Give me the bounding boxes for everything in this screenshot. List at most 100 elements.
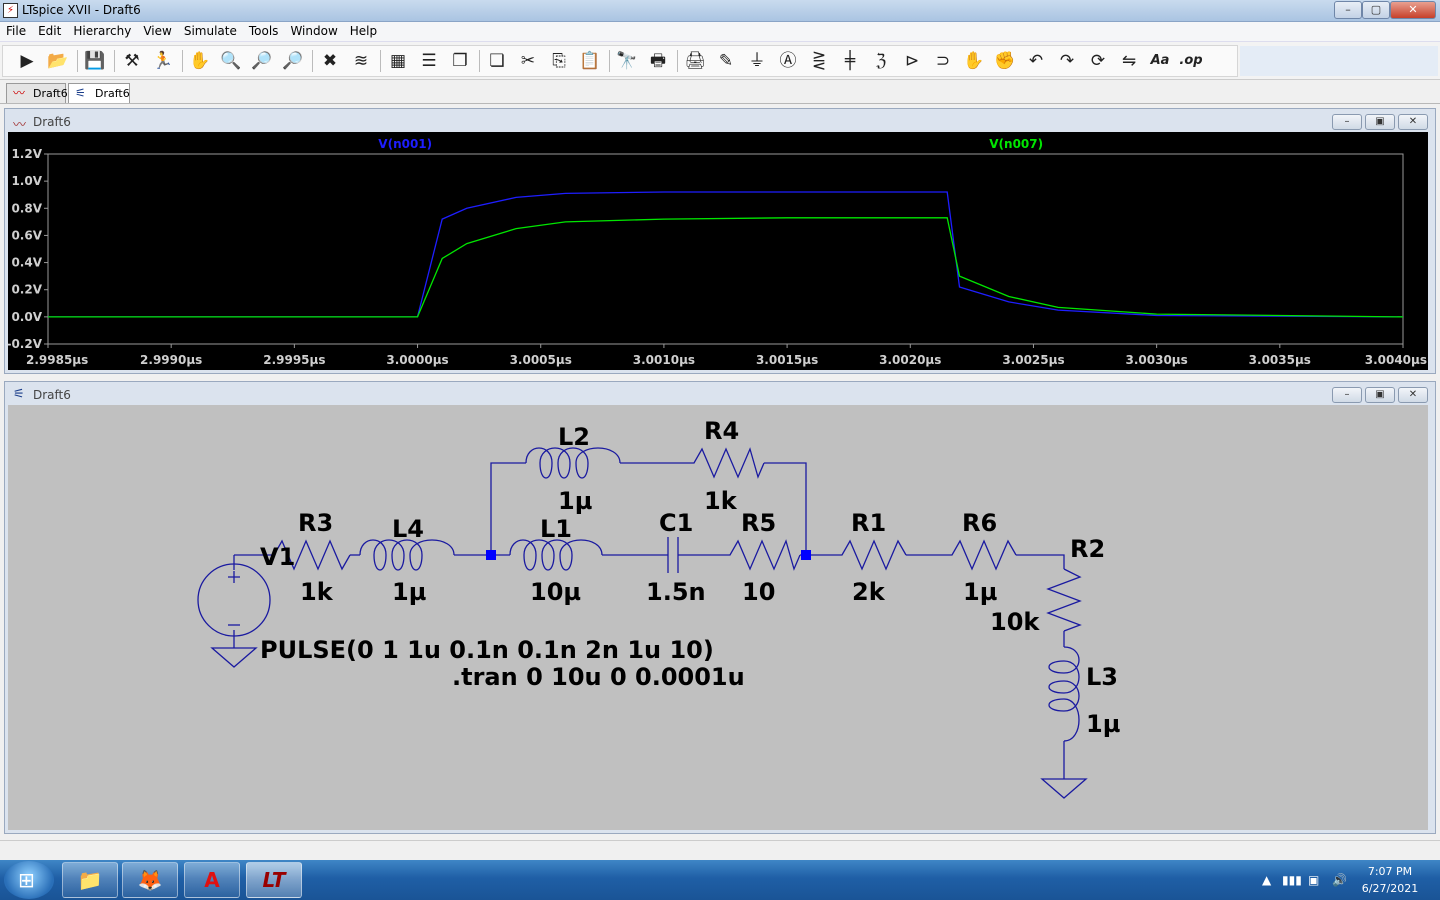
pan-hand-icon[interactable]: ✋ <box>187 48 213 74</box>
label-net-icon[interactable]: Ⓐ <box>775 48 801 74</box>
l4-ref-label[interactable]: L4 <box>392 515 424 543</box>
tile-vertical-icon[interactable]: ❏ <box>484 48 510 74</box>
l3-value-label[interactable]: 1µ <box>1086 710 1120 738</box>
clock-date[interactable]: 6/27/2021 <box>1360 882 1420 895</box>
zoom-area-icon[interactable]: 🔎 <box>249 48 275 74</box>
tile-horizontal-icon[interactable]: ☰ <box>416 48 442 74</box>
maximize-button[interactable]: ▢ <box>1362 1 1390 19</box>
r5-resistor-symbol[interactable] <box>720 539 801 571</box>
pulse-source-value[interactable]: PULSE(0 1 1u 0.1n 0.1n 2n 1u 10) <box>260 636 714 664</box>
plot-close-button[interactable]: ✕ <box>1398 114 1428 130</box>
network-signal-icon[interactable]: ▮▮▮ <box>1282 873 1302 887</box>
l3-inductor-symbol[interactable] <box>1048 646 1080 742</box>
menu-hierarchy[interactable]: Hierarchy <box>67 22 137 38</box>
clock-time[interactable]: 7:07 PM <box>1360 865 1420 878</box>
cascade-icon[interactable]: ❐ <box>447 48 473 74</box>
zoom-out-icon[interactable]: 🔎 <box>280 48 306 74</box>
print-setup-icon[interactable]: 🖨 <box>682 48 708 74</box>
cut-icon[interactable]: ✂ <box>515 48 541 74</box>
text-icon[interactable]: Aa <box>1147 48 1173 74</box>
r3-value-label[interactable]: 1k <box>300 578 334 606</box>
tab-schematic-draft6[interactable]: ⚟ Draft6 <box>68 83 130 103</box>
schem-minimize-button[interactable]: – <box>1332 387 1362 403</box>
r1-value-label[interactable]: 2k <box>852 578 886 606</box>
r6-ref-label[interactable]: R6 <box>962 509 997 537</box>
menu-window[interactable]: Window <box>284 22 343 38</box>
control-panel-icon[interactable]: ⚒ <box>119 48 145 74</box>
r5-value-label[interactable]: 10 <box>742 578 775 606</box>
waveform-plot[interactable]: 1.2V 1.0V 0.8V 0.6V 0.4V 0.2V 0.0V -0.2V 2.9985µ… <box>6 132 1428 370</box>
schem-restore-button[interactable]: ▣ <box>1365 387 1395 403</box>
print-icon[interactable]: 🖶 <box>645 48 671 74</box>
redo-icon[interactable]: ↷ <box>1054 48 1080 74</box>
taskbar-ltspice[interactable]: LT <box>246 862 302 898</box>
r4-ref-label[interactable]: R4 <box>704 417 739 445</box>
save-icon[interactable]: 💾 <box>82 48 108 74</box>
paste-icon[interactable]: 📋 <box>577 48 603 74</box>
schem-close-button[interactable]: ✕ <box>1398 387 1428 403</box>
r1-resistor-symbol[interactable] <box>832 539 907 571</box>
run-probe-icon[interactable]: 🏃 <box>150 48 176 74</box>
r2-ref-label[interactable]: R2 <box>1070 535 1105 563</box>
ground-symbol[interactable] <box>210 647 258 668</box>
trace-label-vn007[interactable]: V(n007) <box>989 137 1043 151</box>
menu-tools[interactable]: Tools <box>243 22 285 38</box>
taskbar-acrobat[interactable]: A <box>184 862 240 898</box>
tran-directive[interactable]: .tran 0 10u 0 0.0001u <box>452 663 745 691</box>
plot-minimize-button[interactable]: – <box>1332 114 1362 130</box>
resistor-icon[interactable]: ⋛ <box>806 48 832 74</box>
close-button[interactable]: ✕ <box>1390 1 1436 19</box>
c1-capacitor-symbol[interactable] <box>667 537 679 573</box>
r4-resistor-symbol[interactable] <box>684 447 765 479</box>
l2-inductor-symbol[interactable] <box>525 447 621 479</box>
c1-value-label[interactable]: 1.5n <box>646 578 706 606</box>
ground-icon[interactable]: ⏚ <box>744 48 770 74</box>
undo-icon[interactable]: ↶ <box>1023 48 1049 74</box>
autorange-icon[interactable]: ≋ <box>348 48 374 74</box>
capacitor-icon[interactable]: ╪ <box>837 48 863 74</box>
l1-inductor-symbol[interactable] <box>509 539 603 571</box>
l3-ref-label[interactable]: L3 <box>1086 663 1118 691</box>
r6-resistor-symbol[interactable] <box>942 539 1017 571</box>
schematic-canvas[interactable]: V1 R3 1k L4 1µ L2 1µ R4 1k L1 10µ C1 1.5… <box>8 405 1428 830</box>
draw-wire-icon[interactable]: ✎ <box>713 48 739 74</box>
inductor-icon[interactable]: ℨ <box>868 48 894 74</box>
l1-ref-label[interactable]: L1 <box>540 515 572 543</box>
taskbar-firefox[interactable]: 🦊 <box>122 862 178 898</box>
r3-ref-label[interactable]: R3 <box>298 509 333 537</box>
volume-icon[interactable]: 🔊 <box>1332 873 1347 887</box>
zoom-fit-icon[interactable]: ✖ <box>317 48 343 74</box>
mirror-icon[interactable]: ⇋ <box>1116 48 1142 74</box>
move-icon[interactable]: ✋ <box>961 48 987 74</box>
drag-icon[interactable]: ✊ <box>992 48 1018 74</box>
r2-resistor-symbol[interactable] <box>1046 568 1082 632</box>
taskbar-file-explorer[interactable]: 📁 <box>62 862 118 898</box>
plot-restore-button[interactable]: ▣ <box>1365 114 1395 130</box>
l1-value-label[interactable]: 10µ <box>530 578 581 606</box>
ltspice-app-icon[interactable]: ⚡ <box>3 3 18 18</box>
menu-edit[interactable]: Edit <box>32 22 67 38</box>
component-icon[interactable]: ⊃ <box>930 48 956 74</box>
ground-symbol[interactable] <box>1040 778 1088 799</box>
v1-ref-label[interactable]: V1 <box>260 543 295 571</box>
device-icon[interactable]: ▣ <box>1308 873 1319 887</box>
r6-value-label[interactable]: 1µ <box>963 578 997 606</box>
find-icon[interactable]: 🔭 <box>614 48 640 74</box>
c1-ref-label[interactable]: C1 <box>659 509 693 537</box>
copy-icon[interactable]: ⎘ <box>546 48 572 74</box>
start-button[interactable]: ⊞ <box>4 861 54 899</box>
l2-ref-label[interactable]: L2 <box>558 423 590 451</box>
menu-help[interactable]: Help <box>344 22 383 38</box>
menu-view[interactable]: View <box>137 22 177 38</box>
rotate-icon[interactable]: ⟳ <box>1085 48 1111 74</box>
trace-label-vn001[interactable]: V(n001) <box>378 137 432 151</box>
r2-value-label[interactable]: 10k <box>990 608 1040 636</box>
spice-directive-icon[interactable]: .op <box>1178 48 1204 74</box>
r4-value-label[interactable]: 1k <box>704 487 738 515</box>
r1-ref-label[interactable]: R1 <box>851 509 886 537</box>
menu-file[interactable]: File <box>0 22 32 38</box>
tab-waveform-draft6[interactable]: 〰 Draft6 <box>6 83 68 103</box>
r5-ref-label[interactable]: R5 <box>741 509 776 537</box>
diode-icon[interactable]: ⊳ <box>899 48 925 74</box>
l4-value-label[interactable]: 1µ <box>392 578 426 606</box>
